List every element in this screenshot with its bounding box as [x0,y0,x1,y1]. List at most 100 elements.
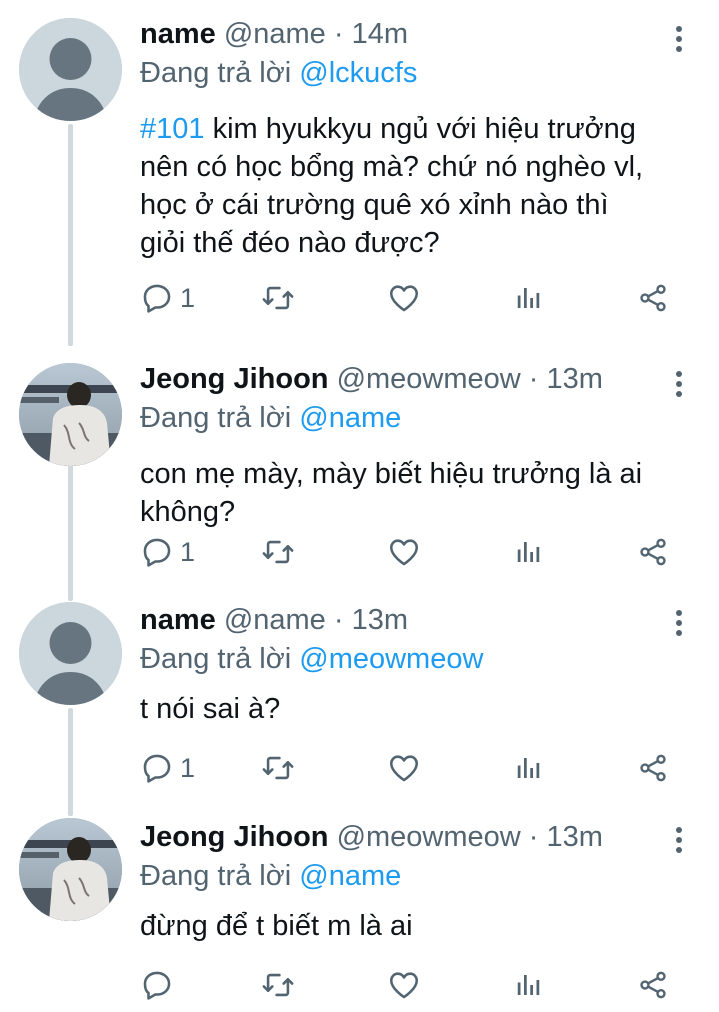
tweet-actions: 1 [140,748,685,788]
reply-icon [140,968,174,1002]
share-icon [637,281,669,315]
tweet-header: Jeong Jihoon @meowmeow · 13m [140,817,689,857]
tweet-content: Jeong Jihoon @meowmeow · 13m Đang trả lờ… [140,359,689,531]
avatar[interactable] [19,363,122,466]
timestamp[interactable]: · 14m [334,18,408,50]
views-icon [514,968,544,1002]
views-icon [514,535,544,569]
like-button[interactable] [387,965,421,1005]
share-button[interactable] [637,532,669,572]
tweet-text: con mẹ mày, mày biết hiệu trưởng là ai k… [140,455,689,531]
reply-thread: name @name · 14m Đang trả lời @lckucfs #… [0,0,719,1012]
share-button[interactable] [637,748,669,788]
views-icon [514,751,544,785]
share-button[interactable] [637,278,669,318]
replying-prefix: Đang trả lời [140,402,292,434]
replying-prefix: Đang trả lời [140,643,292,675]
display-name[interactable]: Jeong Jihoon [140,821,329,853]
retweet-icon [260,751,296,785]
reply-count: 1 [180,536,196,567]
more-options-icon[interactable] [675,827,683,855]
share-icon [637,535,669,569]
tweet-text-line: nên có học bổng mà? chứ nó nghèo vl, [140,151,644,183]
views-button[interactable] [514,748,544,788]
display-name[interactable]: name [140,18,216,50]
tweet-actions [140,965,685,1005]
replying-to: Đang trả lời @lckucfs [140,54,689,92]
like-icon [387,968,421,1002]
reply-button[interactable]: 1 [140,532,195,572]
more-options-icon[interactable] [675,610,683,638]
tweet-actions: 1 [140,278,685,318]
replying-to-mention[interactable]: @name [299,860,401,892]
replying-to-mention[interactable]: @lckucfs [299,57,417,89]
share-icon [637,751,669,785]
tweet-content: name @name · 13m Đang trả lời @meowmeow … [140,600,689,728]
retweet-icon [260,281,296,315]
retweet-icon [260,535,296,569]
like-icon [387,281,421,315]
reply-count: 1 [180,752,196,783]
retweet-icon [260,968,296,1002]
views-button[interactable] [514,965,544,1005]
hashtag-link[interactable]: #101 [140,113,205,145]
user-handle[interactable]: @meowmeow [337,363,521,395]
display-name[interactable]: Jeong Jihoon [140,363,329,395]
like-button[interactable] [387,748,421,788]
replying-to-mention[interactable]: @meowmeow [299,643,483,675]
retweet-button[interactable] [260,748,296,788]
user-handle[interactable]: @name [224,604,326,636]
like-button[interactable] [387,278,421,318]
avatar[interactable] [19,18,122,121]
views-button[interactable] [514,532,544,572]
like-icon [387,751,421,785]
tweet-header: Jeong Jihoon @meowmeow · 13m [140,359,689,399]
retweet-button[interactable] [260,965,296,1005]
reply-button[interactable] [140,965,180,1005]
tweet-text: #101 kim hyukkyu ngủ với hiệu trưởng nên… [140,110,689,262]
views-button[interactable] [514,278,544,318]
tweet-text-line: không? [140,496,236,528]
tweet-actions: 1 [140,532,685,572]
tweet[interactable]: Jeong Jihoon @meowmeow · 13m Đang trả lờ… [0,345,719,600]
tweet-text: t nói sai à? [140,690,689,728]
user-handle[interactable]: @name [224,18,326,50]
retweet-button[interactable] [260,532,296,572]
tweet-text-line: kim hyukkyu ngủ với hiệu trưởng [204,113,636,145]
share-button[interactable] [637,965,669,1005]
replying-to: Đang trả lời @meowmeow [140,640,689,678]
user-handle[interactable]: @meowmeow [337,821,521,853]
reply-button[interactable]: 1 [140,278,195,318]
retweet-button[interactable] [260,278,296,318]
timestamp[interactable]: · 13m [334,604,408,636]
reply-button[interactable]: 1 [140,748,195,788]
display-name[interactable]: name [140,604,216,636]
tweet[interactable]: name @name · 14m Đang trả lời @lckucfs #… [0,0,719,345]
timestamp[interactable]: · 13m [529,363,603,395]
tweet-text: đừng để t biết m là ai [140,907,689,945]
tweet-text-line: học ở cái trường quê xó xỉnh nào thì [140,189,609,221]
replying-to-mention[interactable]: @name [299,402,401,434]
replying-to: Đang trả lời @name [140,857,689,895]
views-icon [514,281,544,315]
like-icon [387,535,421,569]
tweet[interactable]: name @name · 13m Đang trả lời @meowmeow … [0,600,719,815]
tweet-content: name @name · 14m Đang trả lời @lckucfs #… [140,14,689,262]
avatar[interactable] [19,818,122,921]
more-options-icon[interactable] [675,26,683,54]
timestamp[interactable]: · 13m [529,821,603,853]
reply-icon [140,281,174,315]
avatar[interactable] [19,602,122,705]
tweet-header: name @name · 14m [140,14,689,54]
replying-to: Đang trả lời @name [140,399,689,437]
tweet[interactable]: Jeong Jihoon @meowmeow · 13m Đang trả lờ… [0,815,719,1012]
tweet-text-line: giỏi thế đéo nào được? [140,227,440,259]
share-icon [637,968,669,1002]
tweet-content: Jeong Jihoon @meowmeow · 13m Đang trả lờ… [140,817,689,945]
tweet-text-line: đừng để t biết m là ai [140,910,413,942]
reply-icon [140,751,174,785]
tweet-header: name @name · 13m [140,600,689,640]
like-button[interactable] [387,532,421,572]
more-options-icon[interactable] [675,371,683,399]
reply-icon [140,535,174,569]
